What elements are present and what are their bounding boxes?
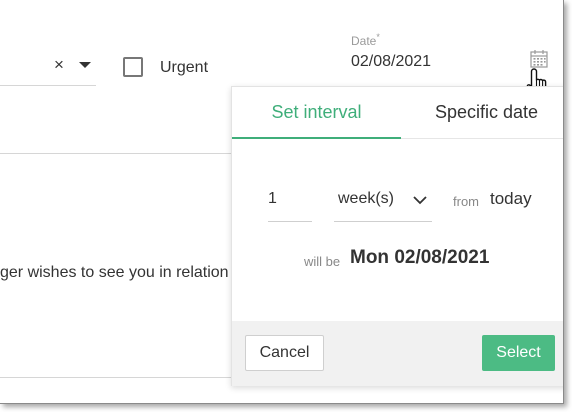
tab-specific-date[interactable]: Specific date xyxy=(401,87,563,139)
required-mark: * xyxy=(376,32,380,42)
interval-unit-value: week(s) xyxy=(338,190,395,207)
close-icon[interactable]: × xyxy=(54,55,64,75)
date-label-text: Date xyxy=(351,34,377,48)
will-be-label: will be xyxy=(304,254,341,269)
app-window: × Urgent Date* 02/08/2021 ger wishes to … xyxy=(0,0,564,404)
date-field-value[interactable]: 02/08/2021 xyxy=(351,53,431,71)
interval-number-value: 1 xyxy=(268,190,277,207)
date-field-label: Date* xyxy=(351,32,380,48)
popup-footer: Cancel Select xyxy=(232,321,563,386)
from-value: today xyxy=(490,189,532,208)
calendar-icon[interactable] xyxy=(529,49,549,69)
section-divider xyxy=(0,377,232,378)
resulting-date: Mon 02/08/2021 xyxy=(350,247,490,268)
section-divider xyxy=(0,153,232,154)
tab-set-interval[interactable]: Set interval xyxy=(232,87,401,139)
chevron-down-icon xyxy=(413,196,427,205)
select-underline xyxy=(0,85,96,86)
urgent-label: Urgent xyxy=(160,59,209,76)
message-text: ger wishes to see you in relation xyxy=(0,264,229,281)
cancel-button[interactable]: Cancel xyxy=(245,335,324,371)
date-picker-popup: Set interval Specific date 1 week(s) fro… xyxy=(231,86,563,386)
interval-unit-select[interactable]: week(s) xyxy=(334,190,432,222)
urgent-checkbox[interactable] xyxy=(123,57,143,77)
select-button[interactable]: Select xyxy=(482,335,555,371)
caret-down-icon[interactable] xyxy=(79,62,91,68)
interval-number-input[interactable]: 1 xyxy=(268,190,312,222)
from-label: from xyxy=(453,194,479,209)
